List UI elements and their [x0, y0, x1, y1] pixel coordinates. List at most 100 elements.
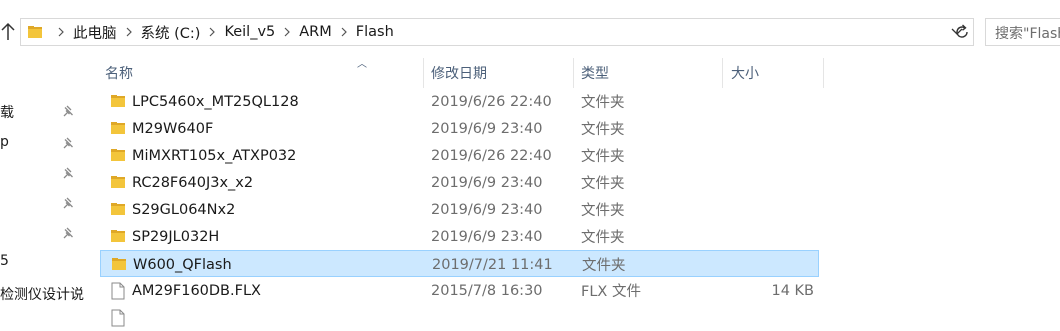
address-toolbar: 此电脑系统 (C:) Keil_v5 ARM Flash 搜索"Flash" [0, 0, 1060, 58]
nav-pane-item[interactable]: 检测仪设计说 [0, 282, 84, 306]
chevron-right-icon[interactable] [51, 19, 71, 45]
file-type: 文件夹 [581, 176, 625, 192]
column-divider[interactable] [722, 58, 723, 88]
column-divider[interactable] [423, 58, 424, 88]
file-name: S29GL064Nx2 [132, 201, 236, 218]
file-type: 文件夹 [582, 258, 626, 274]
nav-pane-label: 检测仪设计说 [0, 287, 84, 303]
breadcrumb-item[interactable]: 此电脑 [71, 22, 119, 43]
chevron-right-icon[interactable] [334, 19, 354, 45]
navigation-pane: 载 p 5 检测仪设计说 [0, 58, 84, 313]
file-name: M29W640F [132, 120, 214, 137]
column-header-name[interactable]: 名称 [105, 58, 425, 88]
breadcrumb-item[interactable]: Flash [354, 24, 396, 40]
column-header-size[interactable]: 大小 [731, 58, 821, 88]
file-name: MiMXRT105x_ATXP032 [132, 147, 297, 164]
column-size-label: 大小 [731, 66, 759, 82]
file-date: 2019/6/9 23:40 [431, 228, 543, 245]
file-name: AM29F160DB.FLX [132, 282, 261, 299]
folder-row[interactable]: SP29JL032H 2019/6/9 23:40 文件夹 [100, 223, 819, 250]
file-type: 文件夹 [581, 149, 625, 165]
breadcrumb: 此电脑 系统 (C:) Keil_v5 ARM Flash [51, 19, 396, 45]
search-placeholder: 搜索"Flash" [995, 26, 1060, 42]
file-name: SP29JL032H [132, 228, 220, 245]
file-date: 2019/7/21 11:41 [432, 256, 553, 273]
column-divider[interactable] [573, 58, 574, 88]
file-type: 文件夹 [581, 95, 625, 111]
column-divider[interactable] [823, 58, 824, 88]
file-name: LPC5460x_MT25QL128 [132, 93, 299, 110]
file-size [720, 169, 814, 196]
chevron-right-icon[interactable] [277, 19, 297, 45]
column-header: 名称 ︿ 修改日期 类型 大小 [100, 58, 824, 88]
folder-row[interactable]: LPC5460x_MT25QL128 2019/6/26 22:40 文件夹 [100, 88, 819, 115]
address-bar[interactable]: 此电脑 系统 (C:) Keil_v5 ARM Flash [20, 18, 974, 46]
file-size [720, 142, 814, 169]
folder-row[interactable]: MiMXRT105x_ATXP032 2019/6/26 22:40 文件夹 [100, 142, 819, 169]
file-row[interactable] [100, 304, 819, 331]
file-type: 文件夹 [581, 122, 625, 138]
column-type-label: 类型 [581, 66, 609, 82]
file-row[interactable]: AM29F160DB.FLX 2015/7/8 16:30 FLX 文件 14 KB [100, 277, 819, 304]
up-arrow-icon[interactable] [0, 19, 16, 45]
file-size [720, 196, 814, 223]
nav-pane-label: 载 [0, 105, 14, 121]
folder-icon [111, 256, 127, 276]
search-input[interactable]: 搜索"Flash" [985, 18, 1060, 46]
nav-pane-item[interactable]: 5 [0, 251, 82, 275]
nav-pane-label: p [0, 134, 9, 150]
folder-row[interactable]: M29W640F 2019/6/9 23:40 文件夹 [100, 115, 819, 142]
file-type: 文件夹 [581, 203, 625, 219]
file-size [720, 304, 814, 331]
file-type: FLX 文件 [581, 284, 641, 300]
folder-row[interactable]: S29GL064Nx2 2019/6/9 23:40 文件夹 [100, 196, 819, 223]
column-date-label: 修改日期 [431, 66, 487, 82]
file-icon [110, 309, 126, 331]
file-name: RC28F640J3x_x2 [132, 174, 254, 191]
nav-pane-item[interactable] [0, 192, 82, 216]
chevron-right-icon[interactable] [119, 19, 139, 45]
column-header-type[interactable]: 类型 [581, 58, 721, 88]
file-icon [110, 282, 126, 304]
file-date: 2019/6/9 23:40 [431, 174, 543, 191]
nav-pane-item[interactable] [0, 162, 82, 186]
column-header-date[interactable]: 修改日期 [431, 58, 571, 88]
file-date: 2019/6/9 23:40 [431, 120, 543, 137]
breadcrumb-item[interactable]: ARM [297, 24, 334, 40]
folder-row[interactable]: W600_QFlash 2019/7/21 11:41 文件夹 [100, 250, 819, 277]
file-size [720, 115, 814, 142]
pin-icon[interactable] [62, 166, 76, 184]
folder-icon [110, 147, 126, 167]
nav-pane-item[interactable] [0, 222, 82, 246]
refresh-icon[interactable] [950, 19, 974, 45]
pin-icon[interactable] [62, 136, 76, 154]
pin-icon[interactable] [62, 196, 76, 214]
nav-pane-item[interactable]: 载 [0, 100, 82, 124]
breadcrumb-item[interactable]: Keil_v5 [222, 24, 277, 40]
file-date: 2019/6/26 22:40 [431, 147, 552, 164]
pin-icon[interactable] [62, 226, 76, 244]
folder-icon [110, 120, 126, 140]
folder-icon [27, 24, 43, 44]
pin-icon[interactable] [62, 104, 76, 122]
folder-row[interactable]: RC28F640J3x_x2 2019/6/9 23:40 文件夹 [100, 169, 819, 196]
folder-icon [110, 228, 126, 248]
file-size [720, 88, 814, 115]
file-type: 文件夹 [581, 230, 625, 246]
file-size [721, 251, 815, 278]
folder-icon [110, 174, 126, 194]
file-date: 2015/7/8 16:30 [431, 282, 543, 299]
file-name: W600_QFlash [133, 256, 232, 273]
breadcrumb-item[interactable]: 系统 (C:) [139, 22, 203, 43]
chevron-right-icon[interactable] [202, 19, 222, 45]
file-date: 2019/6/9 23:40 [431, 201, 543, 218]
file-size: 14 KB [771, 282, 814, 299]
file-date: 2019/6/26 22:40 [431, 93, 552, 110]
column-name-label: 名称 [105, 66, 133, 82]
folder-icon [110, 201, 126, 221]
nav-pane-label: 5 [0, 253, 9, 269]
nav-pane-item[interactable]: p [0, 132, 82, 156]
file-size [720, 223, 814, 250]
sort-up-icon: ︿ [357, 59, 367, 70]
folder-icon [110, 93, 126, 113]
